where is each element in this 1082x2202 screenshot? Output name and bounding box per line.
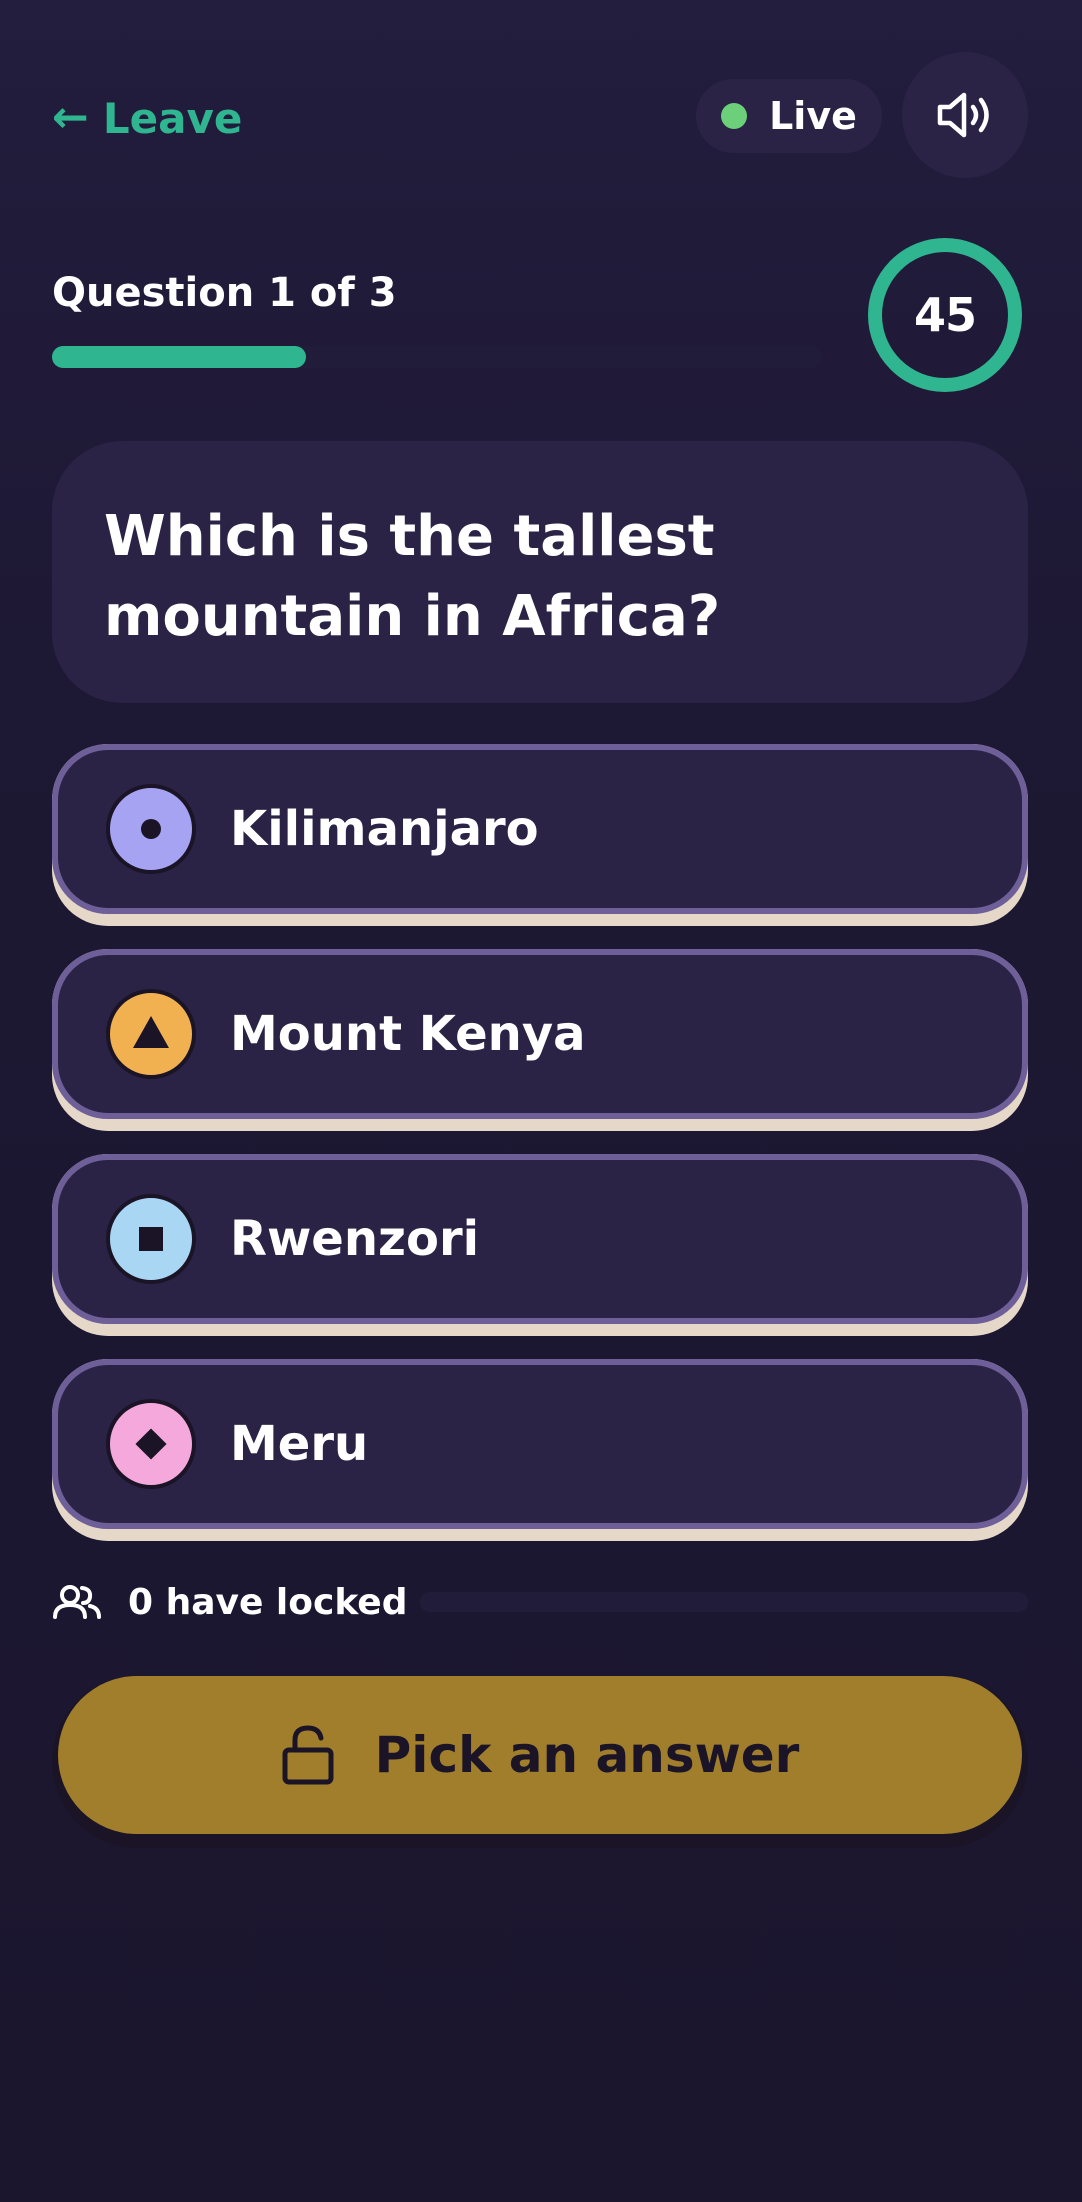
pick-answer-label: Pick an answer [374,1726,800,1784]
answer-option-rwenzori[interactable]: Rwenzori [52,1154,1028,1336]
option-label: Meru [230,1416,369,1472]
live-status-badge: Live [696,79,882,153]
users-icon [53,1585,101,1619]
unlock-icon [282,1725,334,1785]
option-badge [106,1399,196,1489]
question-progress-fill [52,346,307,368]
live-dot-icon [721,103,748,129]
live-label: Live [769,94,857,138]
locked-count: 0 have locked [52,1578,408,1626]
locked-text: 0 have locked [128,1581,408,1623]
answer-option-meru[interactable]: Meru [52,1359,1028,1541]
option-badge [106,1194,196,1284]
question-text: Which is the tallest mountain in Africa? [104,504,721,649]
diamond-icon [135,1428,167,1460]
option-label: Rwenzori [230,1211,480,1267]
option-badge [106,784,196,874]
countdown-timer: 45 [868,238,1022,392]
option-badge [106,989,196,1079]
back-arrow-icon: ← [52,92,89,143]
quiz-screen: ← Leave Live Question 1 of 3 45 Which is… [0,0,1082,2202]
answer-option-mount-kenya[interactable]: Mount Kenya [52,949,1028,1131]
question-counter: Question 1 of 3 [52,270,397,316]
pick-answer-button[interactable]: Pick an answer [52,1676,1028,1848]
square-icon [139,1227,163,1251]
question-progress-bar [52,346,822,368]
locked-progress-bar [420,1592,1028,1612]
answer-option-kilimanjaro[interactable]: Kilimanjaro [52,744,1028,926]
option-label: Kilimanjaro [230,801,539,857]
speaker-icon [937,92,989,138]
leave-label: Leave [102,93,243,143]
question-card: Which is the tallest mountain in Africa? [52,441,1028,703]
option-label: Mount Kenya [230,1006,586,1062]
circle-icon [141,819,161,839]
leave-button[interactable]: ← Leave [52,90,242,146]
triangle-icon [133,1016,169,1048]
timer-value: 45 [913,288,977,342]
sound-button[interactable] [902,52,1028,178]
